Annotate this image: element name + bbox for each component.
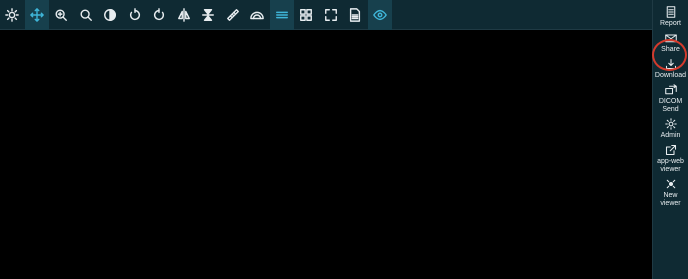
ruler-tool[interactable]	[221, 0, 246, 30]
zoom-in-tool[interactable]	[49, 0, 74, 30]
brightness-tool[interactable]	[0, 0, 25, 30]
download-icon	[665, 58, 676, 70]
eye-tool[interactable]	[367, 0, 392, 30]
rotate-left-tool[interactable]	[123, 0, 148, 30]
layout-icon	[300, 8, 313, 21]
dicom-send-icon	[664, 84, 677, 95]
report-icon	[666, 6, 675, 18]
ruler-icon	[226, 8, 239, 21]
stack-scroll-icon	[275, 11, 288, 18]
sidebar-item-label: Share	[661, 46, 680, 53]
file-tool[interactable]	[343, 0, 368, 30]
stack-scroll-tool[interactable]	[269, 0, 294, 30]
sidebar-item-report[interactable]: Report	[653, 6, 688, 28]
viewer-toolbar	[0, 0, 652, 30]
zoom-tool[interactable]	[74, 0, 99, 30]
zoom-icon	[80, 8, 92, 21]
image-viewport[interactable]	[0, 30, 652, 279]
pan-tool[interactable]	[24, 0, 49, 30]
rotate-left-icon	[129, 7, 140, 20]
sidebar-item-dicom-send[interactable]: DICOM Send	[653, 84, 688, 114]
rotate-right-tool[interactable]	[147, 0, 172, 30]
rotate-right-icon	[154, 7, 165, 20]
invert-tool[interactable]	[98, 0, 123, 30]
flip-vertical-icon	[202, 8, 215, 21]
sidebar-item-new-viewer[interactable]: New viewer	[653, 178, 688, 208]
sidebar-item-admin[interactable]: Admin	[653, 118, 688, 140]
eye-icon	[372, 9, 387, 20]
external-link-icon	[665, 144, 676, 156]
gear-icon	[664, 118, 677, 130]
file-icon	[350, 7, 361, 22]
brightness-icon	[5, 7, 20, 22]
sidebar-item-share[interactable]: Share	[653, 32, 688, 54]
zoom-in-icon	[55, 8, 68, 21]
sidebar-item-label: app-web viewer	[657, 158, 684, 173]
sidebar-item-label: Report	[659, 20, 681, 27]
sidebar-item-label: New viewer	[660, 192, 681, 207]
sidebar-item-label: DICOM Send	[658, 98, 683, 113]
angle-tool[interactable]	[245, 0, 270, 30]
flip-horizontal-icon	[177, 7, 190, 22]
sidebar-item-app-web-viewer[interactable]: app-web viewer	[653, 144, 688, 174]
flip-horizontal-tool[interactable]	[172, 0, 197, 30]
sidebar-item-download[interactable]: Download	[653, 58, 688, 80]
sidebar-item-label: Admin	[660, 132, 681, 139]
layout-tool[interactable]	[294, 0, 319, 30]
right-sidebar: Report Share Download DICOM Send Admin a…	[652, 0, 688, 279]
fullscreen-tool[interactable]	[319, 0, 344, 30]
pan-icon	[29, 7, 44, 22]
share-icon	[664, 34, 677, 43]
invert-icon	[104, 8, 117, 21]
flip-vertical-tool[interactable]	[196, 0, 221, 30]
angle-icon	[250, 11, 265, 19]
fullscreen-icon	[324, 8, 337, 21]
sidebar-item-label: Download	[654, 72, 687, 79]
new-viewer-icon	[666, 179, 675, 189]
